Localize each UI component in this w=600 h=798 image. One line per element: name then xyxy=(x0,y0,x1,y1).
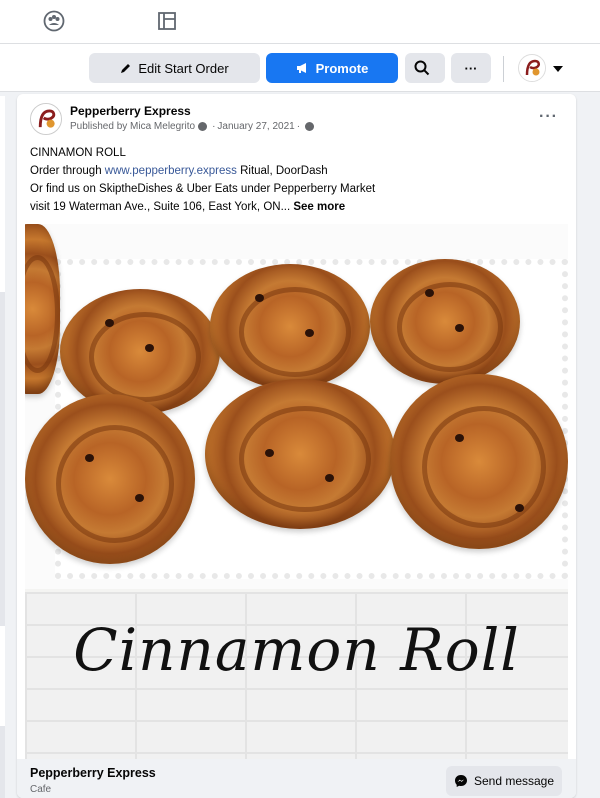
raisin xyxy=(455,434,464,442)
pastry xyxy=(60,289,220,414)
gutter-panel xyxy=(0,626,5,726)
pages-icon[interactable] xyxy=(155,10,179,32)
info-icon[interactable] xyxy=(198,122,208,131)
send-message-label: Send message xyxy=(473,774,555,788)
top-navigation xyxy=(0,0,600,44)
raisin xyxy=(265,449,274,457)
post-card: Pepperberry Express Published by Mica Me… xyxy=(17,94,576,798)
meta-separator: · xyxy=(296,121,301,132)
raisin xyxy=(425,289,434,297)
post-line-4: visit 19 Waterman Ave., Suite 106, East … xyxy=(30,198,570,216)
website-link[interactable]: www.pepperberry.express xyxy=(105,165,237,177)
post-footer: Pepperberry Express Cafe Send message xyxy=(17,759,576,798)
raisin xyxy=(305,329,314,337)
post-line-3: Or find us on SkiptheDishes & Uber Eats … xyxy=(30,183,376,195)
see-more-link[interactable]: See more xyxy=(293,201,345,213)
post-line-2-suffix: Ritual, DoorDash xyxy=(236,165,328,177)
search-icon xyxy=(414,60,430,76)
published-by[interactable]: Published by Mica Melegrito xyxy=(70,121,195,132)
post-page-name[interactable]: Pepperberry Express xyxy=(70,104,191,118)
raisin xyxy=(255,294,264,302)
gutter-panel xyxy=(0,96,5,292)
messenger-icon xyxy=(454,775,467,787)
post-line-2-prefix: Order through xyxy=(30,165,105,177)
image-caption: Cinnamon Roll xyxy=(73,616,520,684)
raisin xyxy=(325,474,334,482)
post-photo[interactable]: Cinnamon Roll xyxy=(25,224,568,759)
pastry xyxy=(25,394,195,564)
community-icon[interactable] xyxy=(42,10,66,32)
more-options-button[interactable]: ··· xyxy=(451,53,491,83)
footer-page-name[interactable]: Pepperberry Express xyxy=(30,766,156,780)
post-line-1: CINNAMON ROLL xyxy=(30,147,126,159)
pastry xyxy=(390,374,568,549)
raisin xyxy=(105,319,114,327)
promote-label: Promote xyxy=(315,60,369,76)
post-header: Pepperberry Express Published by Mica Me… xyxy=(17,94,576,144)
raisin xyxy=(515,504,524,512)
promote-button[interactable]: Promote xyxy=(266,53,398,83)
megaphone-icon xyxy=(296,63,306,73)
page-avatar[interactable] xyxy=(30,103,62,135)
pepperberry-logo-icon xyxy=(519,55,545,81)
search-button[interactable] xyxy=(405,53,445,83)
raisin xyxy=(135,494,144,502)
post-date[interactable]: January 27, 2021 xyxy=(217,121,294,132)
pepperberry-logo-icon xyxy=(31,104,61,134)
send-message-button[interactable]: Send message xyxy=(446,766,562,796)
raisin xyxy=(85,454,94,462)
edit-start-order-label: Edit Start Order xyxy=(138,60,229,76)
edit-start-order-button[interactable]: Edit Start Order xyxy=(89,53,260,83)
raisin xyxy=(145,344,154,352)
pastry xyxy=(205,379,395,529)
post-line-4-text: visit 19 Waterman Ave., Suite 106, East … xyxy=(30,201,291,213)
pastry xyxy=(370,259,520,384)
pencil-icon xyxy=(121,64,131,73)
page-action-bar: Edit Start Order Promote ··· xyxy=(0,44,600,92)
account-menu-caret-icon[interactable] xyxy=(553,66,563,72)
pastry xyxy=(210,264,370,389)
meta-separator: · xyxy=(212,121,216,132)
left-gutter xyxy=(0,96,5,798)
more-options-label: ··· xyxy=(464,60,478,76)
globe-icon xyxy=(305,122,315,131)
pastry xyxy=(25,224,61,394)
post-options-button[interactable]: ··· xyxy=(539,108,558,126)
footer-category: Cafe xyxy=(30,784,52,795)
raisin xyxy=(455,324,464,332)
page-avatar-switcher[interactable] xyxy=(518,54,546,82)
post-meta: Published by Mica Melegrito · January 27… xyxy=(70,121,317,132)
divider xyxy=(503,56,504,82)
post-line-2: Order through www.pepperberry.express Ri… xyxy=(30,162,570,180)
post-body: CINNAMON ROLL Order through www.pepperbe… xyxy=(30,144,570,216)
